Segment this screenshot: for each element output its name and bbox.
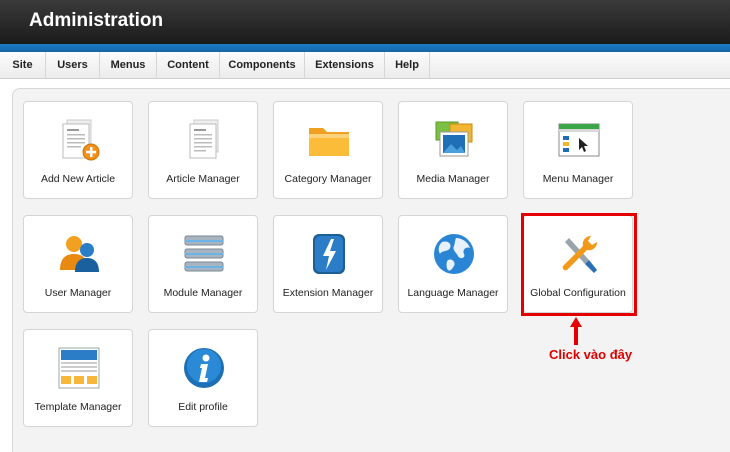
tile-media-manager[interactable]: Media Manager [398,101,508,199]
arrow-up-icon [570,317,582,345]
tile-category-manager[interactable]: Category Manager [273,101,383,199]
modules-icon [184,235,224,272]
menu-content[interactable]: Content [156,52,219,79]
article-manager-icon [189,119,219,159]
info-icon [184,348,224,388]
menu-menus[interactable]: Menus [99,52,156,79]
tile-language-manager[interactable]: Language Manager [398,215,508,313]
tile-label: Extension Manager [282,287,374,299]
menu-extensions[interactable]: Extensions [304,52,384,79]
tile-menu-manager[interactable]: Menu Manager [523,101,633,199]
page-title: Administration [29,10,164,31]
tile-label: Add New Article [40,173,116,185]
annotation-text: Click vào đây [549,347,633,362]
menu-divider [429,52,430,79]
tile-user-manager[interactable]: User Manager [23,215,133,313]
media-icon [435,121,473,157]
extension-icon [313,234,345,274]
tile-label: Menu Manager [542,173,614,185]
tile-label: Article Manager [166,173,240,185]
highlight-box [521,213,637,316]
tile-label: Module Manager [163,287,243,299]
folder-icon [309,128,349,156]
tile-label: Edit profile [178,401,228,413]
menu-help[interactable]: Help [384,52,429,79]
tile-label: Language Manager [407,287,499,299]
main-menu: Site Users Menus Content Components Exte… [0,52,730,79]
accent-bar [0,44,730,52]
tile-label: Template Manager [34,401,122,413]
menu-manager-icon [558,123,600,157]
tile-extension-manager[interactable]: Extension Manager [273,215,383,313]
admin-header: Administration [0,0,730,44]
menu-components[interactable]: Components [219,52,304,79]
tile-label: User Manager [44,287,112,299]
tile-template-manager[interactable]: Template Manager [23,329,133,427]
tile-label: Media Manager [416,173,490,185]
tile-edit-profile[interactable]: Edit profile [148,329,258,427]
tile-add-new-article[interactable]: Add New Article [23,101,133,199]
menu-site[interactable]: Site [0,52,45,79]
users-icon [60,236,99,272]
tile-article-manager[interactable]: Article Manager [148,101,258,199]
tile-label: Category Manager [284,173,372,185]
tile-module-manager[interactable]: Module Manager [148,215,258,313]
globe-icon [434,234,474,274]
template-icon [58,347,100,389]
menu-users[interactable]: Users [45,52,99,79]
add-article-icon [62,119,100,161]
